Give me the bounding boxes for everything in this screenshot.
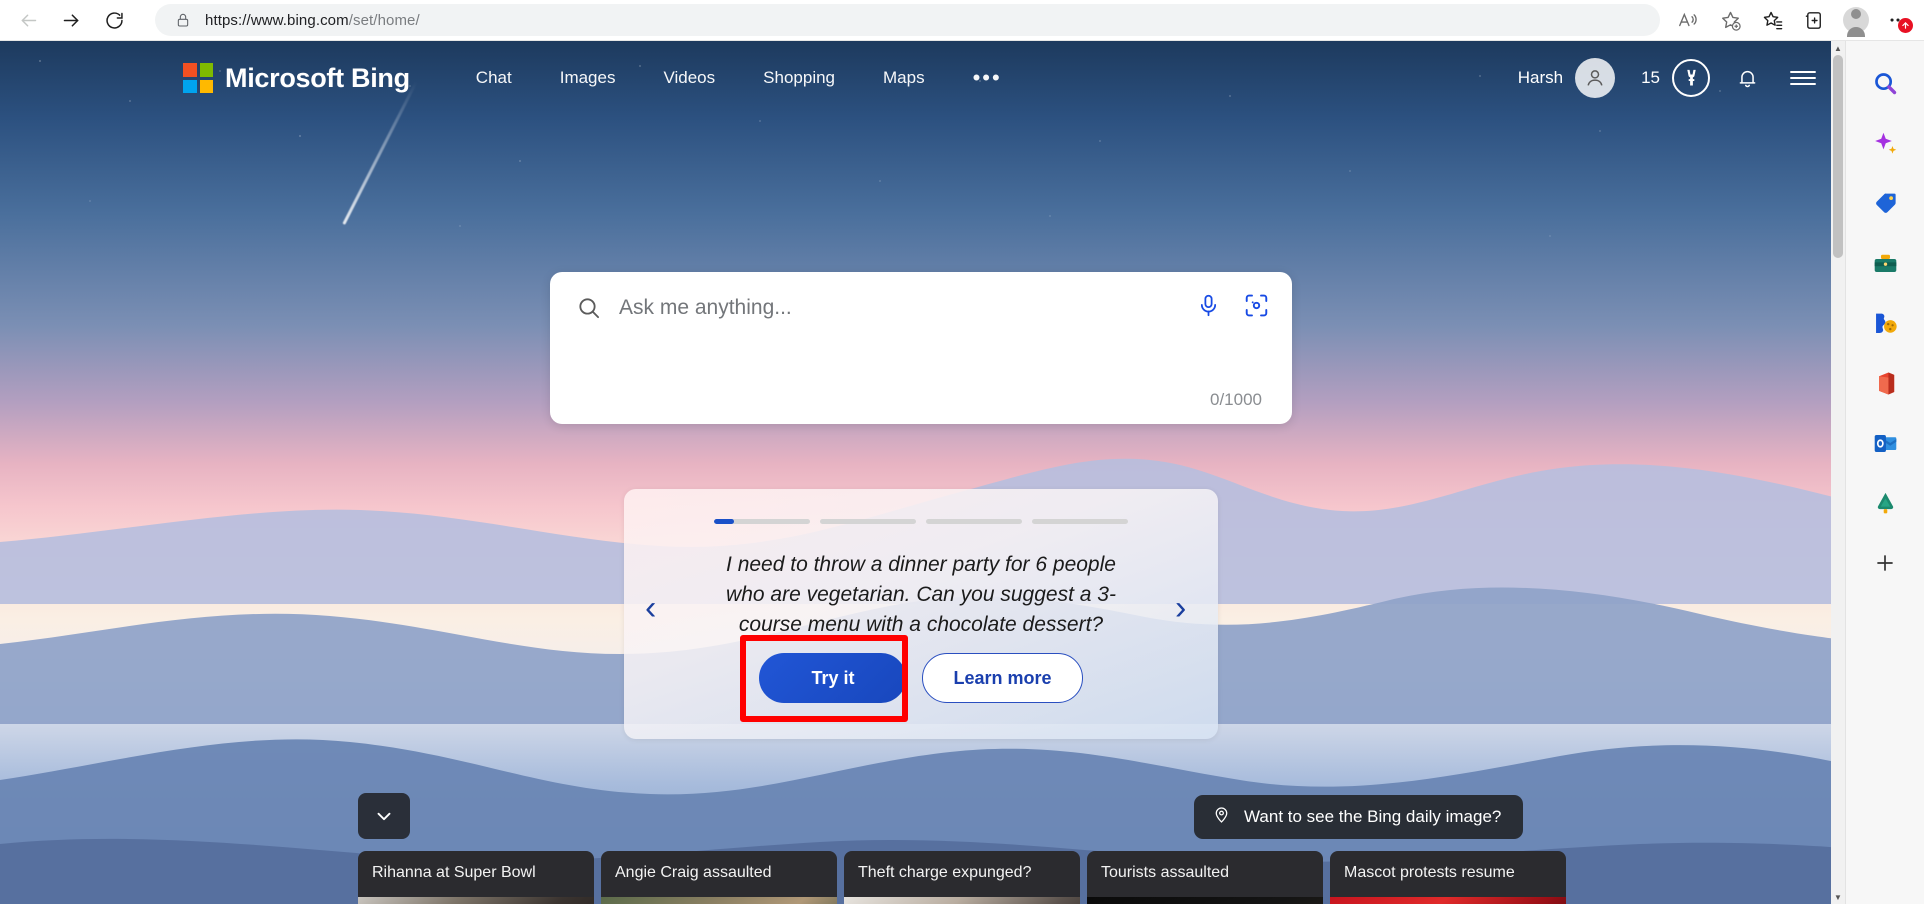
nav-item-more-icon[interactable]: •••: [973, 73, 1002, 83]
nav-item-images[interactable]: Images: [560, 68, 616, 88]
person-avatar-icon[interactable]: [1575, 58, 1615, 98]
add-favorite-icon[interactable]: [1712, 3, 1748, 37]
browser-toolbar: https://www.bing.com/set/home/: [0, 0, 1924, 41]
bing-homepage: Microsoft Bing Chat Images Videos Shoppi…: [0, 41, 1845, 904]
suggestion-prompt-text: I need to throw a dinner party for 6 peo…: [710, 550, 1132, 639]
page-scrollbar[interactable]: ▲ ▼: [1831, 41, 1845, 904]
carousel-indicators: [624, 489, 1218, 524]
news-card[interactable]: Theft charge expunged?: [844, 851, 1080, 904]
sidebar-drop-icon[interactable]: [1863, 481, 1907, 525]
address-bar[interactable]: https://www.bing.com/set/home/: [155, 4, 1660, 36]
search-box-actions: [1196, 292, 1270, 324]
scroll-up-arrow[interactable]: ▲: [1831, 41, 1845, 55]
update-badge: [1898, 18, 1913, 33]
sidebar-games-icon[interactable]: [1863, 301, 1907, 345]
try-it-button[interactable]: Try it: [759, 653, 906, 703]
learn-more-button[interactable]: Learn more: [922, 653, 1082, 703]
rewards-points: 15: [1641, 68, 1660, 88]
microsoft-logo-icon: [183, 63, 213, 93]
collapse-feed-button[interactable]: [358, 793, 410, 839]
read-aloud-icon[interactable]: [1670, 3, 1706, 37]
collections-icon[interactable]: [1796, 3, 1832, 37]
visual-search-camera-icon[interactable]: [1243, 292, 1270, 324]
nav-item-shopping[interactable]: Shopping: [763, 68, 835, 88]
nav-item-maps[interactable]: Maps: [883, 68, 925, 88]
lock-icon: [175, 12, 191, 28]
news-card[interactable]: Rihanna at Super Bowl: [358, 851, 594, 904]
news-card-title: Mascot protests resume: [1330, 851, 1566, 882]
search-box: 0/1000: [550, 272, 1292, 424]
refresh-button[interactable]: [97, 3, 131, 37]
scrollbar-thumb[interactable]: [1833, 55, 1843, 258]
hamburger-menu-icon[interactable]: [1789, 67, 1817, 89]
search-box-row: [550, 272, 1292, 344]
forward-button[interactable]: [54, 3, 88, 37]
profile-icon[interactable]: [1838, 3, 1874, 37]
sidebar-tools-icon[interactable]: [1863, 241, 1907, 285]
rewards-area[interactable]: 15: [1641, 59, 1710, 97]
carousel-dot-4[interactable]: [1032, 519, 1128, 524]
bell-icon[interactable]: [1736, 67, 1759, 90]
bing-logo-text: Microsoft Bing: [225, 63, 410, 94]
nav-item-chat[interactable]: Chat: [476, 68, 512, 88]
browser-toolbar-actions: [1670, 3, 1924, 37]
favorites-icon[interactable]: [1754, 3, 1790, 37]
suggestion-next-arrow[interactable]: ›: [1175, 589, 1186, 628]
sidebar-outlook-icon[interactable]: [1863, 421, 1907, 465]
sidebar-add-icon[interactable]: [1863, 541, 1907, 585]
search-icon: [576, 295, 602, 321]
user-name: Harsh: [1518, 68, 1563, 88]
news-card[interactable]: Angie Craig assaulted: [601, 851, 837, 904]
try-it-wrapper: Try it: [759, 653, 906, 703]
sidebar-copilot-icon[interactable]: [1863, 121, 1907, 165]
bing-account-area: Harsh 15: [1518, 58, 1845, 98]
carousel-dot-2[interactable]: [820, 519, 916, 524]
news-card-thumbnail: [844, 897, 1080, 904]
avatar: [1843, 7, 1869, 33]
back-button[interactable]: [11, 3, 45, 37]
news-card-title: Theft charge expunged?: [844, 851, 1080, 882]
microphone-icon[interactable]: [1196, 293, 1221, 323]
carousel-dot-3[interactable]: [926, 519, 1022, 524]
bing-header: Microsoft Bing Chat Images Videos Shoppi…: [0, 41, 1845, 115]
bing-daily-image-label: Want to see the Bing daily image?: [1244, 807, 1501, 827]
settings-and-more-icon[interactable]: [1880, 3, 1916, 37]
news-card-thumbnail: [1330, 897, 1566, 904]
bing-daily-image-button[interactable]: Want to see the Bing daily image?: [1194, 795, 1523, 839]
scroll-down-arrow[interactable]: ▼: [1831, 890, 1845, 904]
location-pin-icon: [1212, 805, 1231, 829]
sidebar-office-icon[interactable]: [1863, 361, 1907, 405]
search-input[interactable]: [619, 296, 1196, 320]
news-card-title: Angie Craig assaulted: [601, 851, 837, 882]
suggestion-prev-arrow[interactable]: ‹: [645, 589, 656, 628]
suggestion-card: I need to throw a dinner party for 6 peo…: [624, 489, 1218, 739]
rewards-medal-icon[interactable]: [1672, 59, 1710, 97]
sidebar-shopping-tag-icon[interactable]: [1863, 181, 1907, 225]
news-card-title: Tourists assaulted: [1087, 851, 1323, 882]
address-bar-url: https://www.bing.com/set/home/: [205, 12, 420, 29]
news-card[interactable]: Mascot protests resume: [1330, 851, 1566, 904]
news-card-title: Rihanna at Super Bowl: [358, 851, 594, 882]
news-card-thumbnail: [1087, 897, 1323, 904]
edge-sidebar: [1845, 41, 1924, 904]
bing-logo[interactable]: Microsoft Bing: [183, 63, 410, 94]
news-card[interactable]: Tourists assaulted: [1087, 851, 1323, 904]
browser-nav-group: [11, 3, 131, 37]
news-card-thumbnail: [601, 897, 837, 904]
character-counter: 0/1000: [1210, 390, 1262, 410]
news-card-thumbnail: [358, 897, 594, 904]
suggestion-buttons: Try it Learn more: [624, 653, 1218, 703]
bing-nav: Chat Images Videos Shopping Maps •••: [476, 68, 1002, 88]
sidebar-search-icon[interactable]: [1863, 61, 1907, 105]
carousel-dot-1[interactable]: [714, 519, 810, 524]
news-carousel: Rihanna at Super Bowl Angie Craig assaul…: [0, 851, 1845, 904]
nav-item-videos[interactable]: Videos: [663, 68, 715, 88]
